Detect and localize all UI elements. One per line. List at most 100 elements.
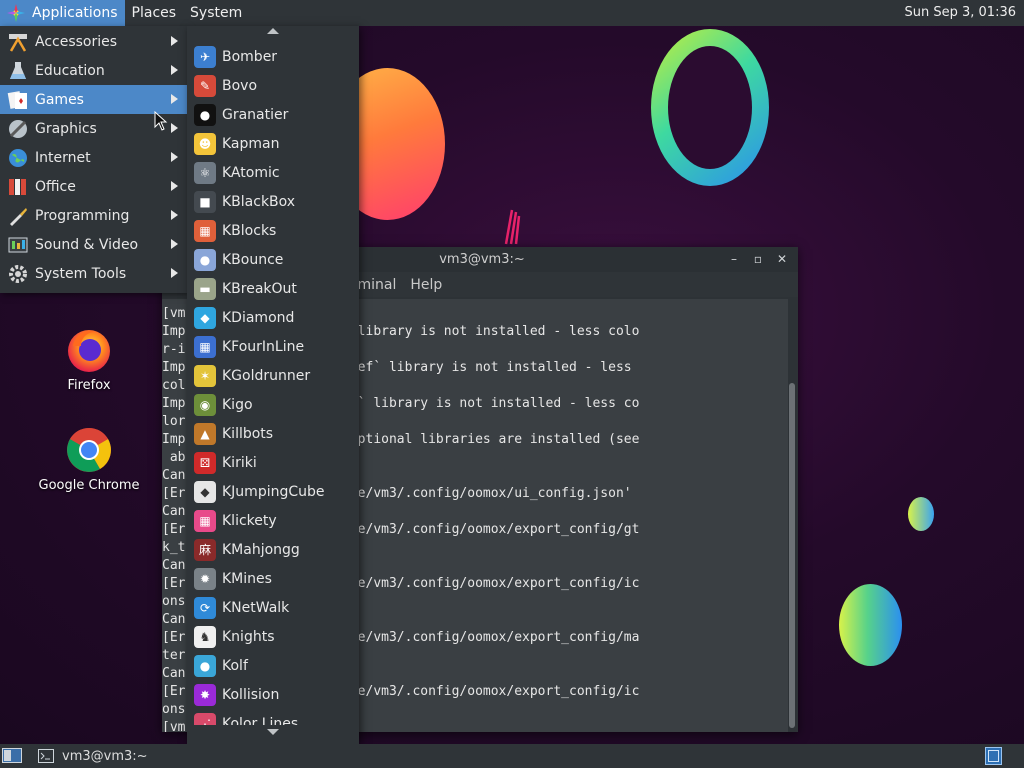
submenu-arrow-icon (171, 123, 178, 133)
game-label: Kiriki (222, 454, 257, 471)
submenu-arrow-icon (171, 65, 178, 75)
game-item-kolf[interactable]: ● Kolf (187, 651, 359, 680)
scroll-up-arrow-icon[interactable] (267, 28, 279, 34)
game-label: KJumpingCube (222, 483, 325, 500)
maximize-button[interactable]: ▫ (749, 250, 767, 268)
category-system-tools[interactable]: System Tools (0, 259, 187, 288)
game-item-kjumpingcube[interactable]: ◆ KJumpingCube (187, 477, 359, 506)
menu-help[interactable]: Help (410, 277, 442, 293)
game-label: Kolf (222, 657, 248, 674)
game-label: Bomber (222, 48, 278, 65)
category-education[interactable]: Education (0, 56, 187, 85)
game-item-granatier[interactable]: ● Granatier (187, 100, 359, 129)
taskbar-item-terminal[interactable]: vm3@vm3:~ (38, 744, 148, 768)
scroll-down-arrow-icon[interactable] (267, 729, 279, 735)
katomic-icon: ⚛ (194, 161, 216, 184)
game-item-kigo[interactable]: ◉ Kigo (187, 390, 359, 419)
kgoldrunner-icon: ✶ (194, 364, 216, 387)
game-item-katomic[interactable]: ⚛ KAtomic (187, 158, 359, 187)
game-label: Knights (222, 628, 275, 645)
office-icon (7, 176, 29, 198)
game-label: KBlackBox (222, 193, 296, 210)
game-item-bomber[interactable]: ✈ Bomber (187, 42, 359, 71)
category-label: Accessories (35, 33, 118, 50)
game-item-klickety[interactable]: ▦ Klickety (187, 506, 359, 535)
terminal-icon (38, 749, 54, 763)
game-label: Killbots (222, 425, 274, 442)
graphics-icon (7, 118, 29, 140)
kolf-icon: ● (194, 654, 216, 677)
taskbar-item-label: vm3@vm3:~ (62, 748, 148, 764)
game-label: KBreakOut (222, 280, 297, 297)
kiriki-icon: ⚄ (194, 451, 216, 474)
submenu-arrow-icon (171, 239, 178, 249)
clock[interactable]: Sun Sep 3, 01:36 (905, 0, 1017, 26)
internet-icon (7, 147, 29, 169)
wallpaper-small-blob (908, 497, 934, 531)
kjumpingcube-icon: ◆ (194, 480, 216, 503)
chrome-icon (67, 428, 111, 472)
workspace-switcher[interactable] (985, 747, 1002, 765)
desktop-icon-label: Google Chrome (38, 478, 140, 493)
show-desktop-icon[interactable] (2, 748, 22, 763)
category-sound-video[interactable]: Sound & Video (0, 230, 187, 259)
category-programming[interactable]: Programming (0, 201, 187, 230)
programming-icon (7, 205, 29, 227)
category-games[interactable]: Games (0, 85, 187, 114)
game-item-kollision[interactable]: ✸ Kollision (187, 680, 359, 709)
game-item-kblocks[interactable]: ▦ KBlocks (187, 216, 359, 245)
game-item-bovo[interactable]: ✎ Bovo (187, 71, 359, 100)
game-item-knetwalk[interactable]: ⟳ KNetWalk (187, 593, 359, 622)
game-item-kbounce[interactable]: ● KBounce (187, 245, 359, 274)
category-office[interactable]: Office (0, 172, 187, 201)
game-item-kmahjongg[interactable]: 麻 KMahjongg (187, 535, 359, 564)
kblocks-icon: ▦ (194, 219, 216, 242)
game-label: KMahjongg (222, 541, 300, 558)
game-label: Kapman (222, 135, 280, 152)
game-item-kfourinline[interactable]: ▦ KFourInLine (187, 332, 359, 361)
submenu-arrow-icon (171, 181, 178, 191)
game-label: KMines (222, 570, 272, 587)
close-button[interactable]: ✕ (773, 250, 791, 268)
knetwalk-icon: ⟳ (194, 596, 216, 619)
terminal-scrollbar[interactable] (788, 299, 796, 732)
desktop-icon-firefox[interactable]: Firefox (58, 326, 120, 393)
category-label: Games (35, 91, 84, 108)
game-item-kblackbox[interactable]: ■ KBlackBox (187, 187, 359, 216)
game-item-kgoldrunner[interactable]: ✶ KGoldrunner (187, 361, 359, 390)
game-item-knights[interactable]: ♞ Knights (187, 622, 359, 651)
game-label: Klickety (222, 512, 277, 529)
kmahjongg-icon: 麻 (194, 538, 216, 561)
game-item-kapman[interactable]: ☻ Kapman (187, 129, 359, 158)
game-item-kmines[interactable]: ✹ KMines (187, 564, 359, 593)
kfourinline-icon: ▦ (194, 335, 216, 358)
scrollbar-thumb[interactable] (789, 383, 795, 728)
game-item-kbreakout[interactable]: ▬ KBreakOut (187, 274, 359, 303)
submenu-arrow-icon (171, 210, 178, 220)
wallpaper-big-blob (839, 584, 902, 666)
applications-menu-button[interactable]: Applications (0, 0, 125, 26)
games-icon (7, 89, 29, 111)
minimize-button[interactable]: – (725, 250, 743, 268)
game-label: Bovo (222, 77, 258, 94)
submenu-arrow-icon (171, 94, 178, 104)
game-item-kdiamond[interactable]: ◆ KDiamond (187, 303, 359, 332)
game-label: KNetWalk (222, 599, 290, 616)
top-panel: Applications Places System Sun Sep 3, 01… (0, 0, 1024, 26)
game-item-killbots[interactable]: ▲ Killbots (187, 419, 359, 448)
system-menu-button[interactable]: System (183, 0, 249, 26)
desktop-icon-chrome[interactable]: Google Chrome (36, 426, 142, 493)
accessories-icon (7, 31, 29, 53)
kdiamond-icon: ◆ (194, 306, 216, 329)
category-internet[interactable]: Internet (0, 143, 187, 172)
places-menu-button[interactable]: Places (125, 0, 184, 26)
applications-menu-label: Applications (32, 5, 118, 21)
games-list: ✈ Bomber ✎ Bovo ● Granatier ☻ Kapman ⚛ KAtomic ■ KB… (187, 42, 359, 725)
category-label: Graphics (35, 120, 97, 137)
kbounce-icon: ● (194, 248, 216, 271)
system-tools-icon (7, 263, 29, 285)
game-item-kiriki[interactable]: ⚄ Kiriki (187, 448, 359, 477)
wallpaper-brush-stroke (504, 209, 521, 245)
game-item-kolor-lines[interactable]: ⋰ Kolor Lines (187, 709, 359, 725)
category-accessories[interactable]: Accessories (0, 27, 187, 56)
